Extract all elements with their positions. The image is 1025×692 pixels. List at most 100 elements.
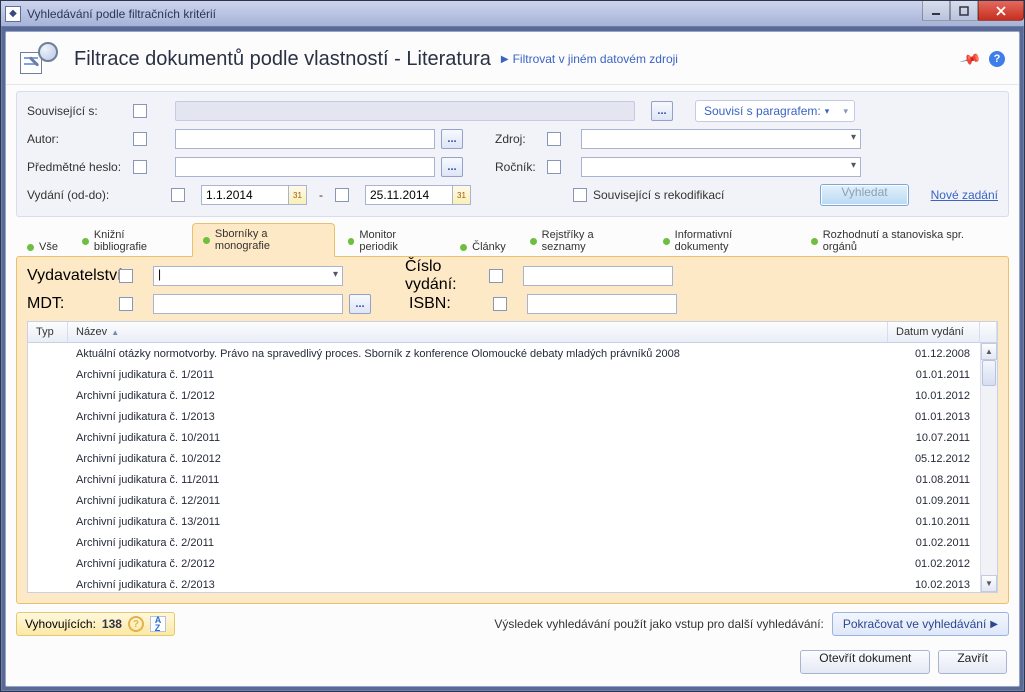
row-title: Archivní judikatura č. 1/2012: [68, 390, 888, 402]
row-title: Archivní judikatura č. 13/2011: [68, 516, 888, 528]
checkbox-heslo[interactable]: [133, 160, 147, 174]
col-nazev[interactable]: Název ▲: [68, 322, 888, 342]
continue-search-button[interactable]: Pokračovat ve vyhledávání ▶: [832, 612, 1009, 636]
pin-icon[interactable]: 📌: [958, 47, 982, 70]
status-dot-icon: [203, 237, 210, 244]
calendar-icon[interactable]: 31: [289, 185, 307, 205]
autor-picker-button[interactable]: ...: [441, 129, 463, 149]
heslo-input[interactable]: [175, 157, 435, 177]
window-title: Vyhledávání podle filtračních kritérií: [27, 7, 1020, 21]
filter-search-icon: [20, 42, 64, 76]
table-row[interactable]: Archivní judikatura č. 13/201101.10.2011: [28, 511, 980, 532]
tab-6[interactable]: Informativní dokumenty: [652, 224, 798, 257]
souvisejici-picker-button[interactable]: ...: [651, 101, 673, 121]
result-count: 138: [102, 617, 122, 631]
minimize-button[interactable]: [922, 1, 950, 21]
checkbox-souvisejici[interactable]: [133, 104, 147, 118]
table-row[interactable]: Archivní judikatura č. 11/201101.08.2011: [28, 469, 980, 490]
table-row[interactable]: Archivní judikatura č. 1/201301.01.2013: [28, 406, 980, 427]
table-row[interactable]: Archivní judikatura č. 10/201205.12.2012: [28, 448, 980, 469]
row-date: 01.02.2012: [888, 558, 980, 570]
table-row[interactable]: Archivní judikatura č. 1/201210.01.2012: [28, 385, 980, 406]
row-date: 01.10.2011: [888, 516, 980, 528]
tab-0[interactable]: Vše: [16, 236, 69, 257]
checkbox-rekodifikace[interactable]: [573, 188, 587, 202]
mdt-picker-button[interactable]: ...: [349, 294, 371, 314]
tab-5[interactable]: Rejstříky a seznamy: [519, 224, 650, 257]
close-dialog-button[interactable]: Zavřít: [938, 650, 1007, 674]
row-title: Archivní judikatura č. 11/2011: [68, 474, 888, 486]
checkbox-zdroj[interactable]: [547, 132, 561, 146]
table-row[interactable]: Archivní judikatura č. 2/201310.02.2013: [28, 574, 980, 592]
scroll-down-icon[interactable]: ▼: [981, 575, 997, 592]
table-row[interactable]: Archivní judikatura č. 2/201101.02.2011: [28, 532, 980, 553]
open-document-button[interactable]: Otevřít dokument: [800, 650, 930, 674]
app-window: ◆ Vyhledávání podle filtračních kritérií…: [0, 0, 1025, 692]
row-date: 01.02.2011: [888, 537, 980, 549]
search-button[interactable]: Vyhledat: [820, 184, 908, 206]
col-typ[interactable]: Typ: [28, 322, 68, 342]
checkbox-autor[interactable]: [133, 132, 147, 146]
calendar-icon[interactable]: 31: [453, 185, 471, 205]
tab-3[interactable]: Monitor periodik: [337, 224, 448, 257]
row-date: 01.01.2013: [888, 411, 980, 423]
vertical-scrollbar[interactable]: ▲ ▼: [980, 343, 997, 592]
checkbox-isbn[interactable]: [493, 297, 507, 311]
checkbox-cislo[interactable]: [489, 269, 503, 283]
maximize-button[interactable]: [950, 1, 978, 21]
heslo-picker-button[interactable]: ...: [441, 157, 463, 177]
label-cislo: Číslo vydání:: [405, 258, 483, 294]
autor-input[interactable]: [175, 129, 435, 149]
scroll-thumb[interactable]: [982, 360, 996, 386]
table-row[interactable]: Aktuální otázky normotvorby. Právo na sp…: [28, 343, 980, 364]
table-row[interactable]: Archivní judikatura č. 10/201110.07.2011: [28, 427, 980, 448]
alt-source-link[interactable]: ▶ Filtrovat v jiném datovém zdroji: [501, 52, 678, 66]
app-icon: ◆: [5, 6, 21, 22]
label-vydani: Vydání (od-do):: [27, 188, 127, 202]
sort-az-icon[interactable]: AZ: [150, 616, 166, 632]
checkbox-vydavatelstvi[interactable]: [119, 269, 133, 283]
grid-header: Typ Název ▲ Datum vydání: [28, 322, 997, 343]
page-header: Filtrace dokumentů podle vlastností - Li…: [6, 32, 1019, 85]
mdt-input[interactable]: [153, 294, 343, 314]
help-icon[interactable]: ?: [989, 51, 1005, 67]
zdroj-combo[interactable]: [581, 129, 861, 149]
rocnik-combo[interactable]: [581, 157, 861, 177]
paragraf-dropdown[interactable]: Souvisí s paragrafem: ▾: [695, 100, 855, 122]
table-row[interactable]: Archivní judikatura č. 1/201101.01.2011: [28, 364, 980, 385]
tab-4[interactable]: Články: [449, 236, 517, 257]
info-icon[interactable]: ?: [128, 616, 144, 632]
label-mdt: MDT:: [27, 295, 113, 313]
titlebar: ◆ Vyhledávání podle filtračních kritérií: [1, 1, 1024, 27]
status-dot-icon: [811, 238, 818, 245]
vydavatelstvi-combo[interactable]: ​|: [153, 266, 343, 286]
date-to: 31: [365, 185, 471, 205]
subfilter-panel: Vydavatelství: ​| Číslo vydání: MDT: ...: [16, 256, 1009, 604]
checkbox-rocnik[interactable]: [547, 160, 561, 174]
tab-1[interactable]: Knižní bibliografie: [71, 224, 190, 257]
tab-2[interactable]: Sborníky a monografie: [192, 223, 334, 257]
table-row[interactable]: Archivní judikatura č. 12/201101.09.2011: [28, 490, 980, 511]
checkbox-date-from[interactable]: [171, 188, 185, 202]
scroll-up-icon[interactable]: ▲: [981, 343, 997, 360]
date-to-input[interactable]: [365, 185, 453, 205]
checkbox-date-to[interactable]: [335, 188, 349, 202]
row-date: 01.12.2008: [888, 348, 980, 360]
label-isbn: ISBN:: [409, 295, 487, 313]
row-title: Archivní judikatura č. 10/2011: [68, 432, 888, 444]
date-from-input[interactable]: [201, 185, 289, 205]
status-dot-icon: [460, 244, 467, 251]
row-title: Archivní judikatura č. 1/2013: [68, 411, 888, 423]
row-date: 10.02.2013: [888, 579, 980, 591]
cislo-input[interactable]: [523, 266, 673, 286]
isbn-input[interactable]: [527, 294, 677, 314]
chevron-down-icon: ▾: [825, 106, 830, 117]
close-button[interactable]: [978, 1, 1024, 21]
col-datum[interactable]: Datum vydání: [888, 322, 980, 342]
checkbox-mdt[interactable]: [119, 297, 133, 311]
tab-7[interactable]: Rozhodnutí a stanoviska spr. orgánů: [800, 224, 1009, 257]
new-query-link[interactable]: Nové zadání: [931, 188, 998, 202]
row-title: Archivní judikatura č. 2/2013: [68, 579, 888, 591]
table-row[interactable]: Archivní judikatura č. 2/201201.02.2012: [28, 553, 980, 574]
row-date: 01.08.2011: [888, 474, 980, 486]
